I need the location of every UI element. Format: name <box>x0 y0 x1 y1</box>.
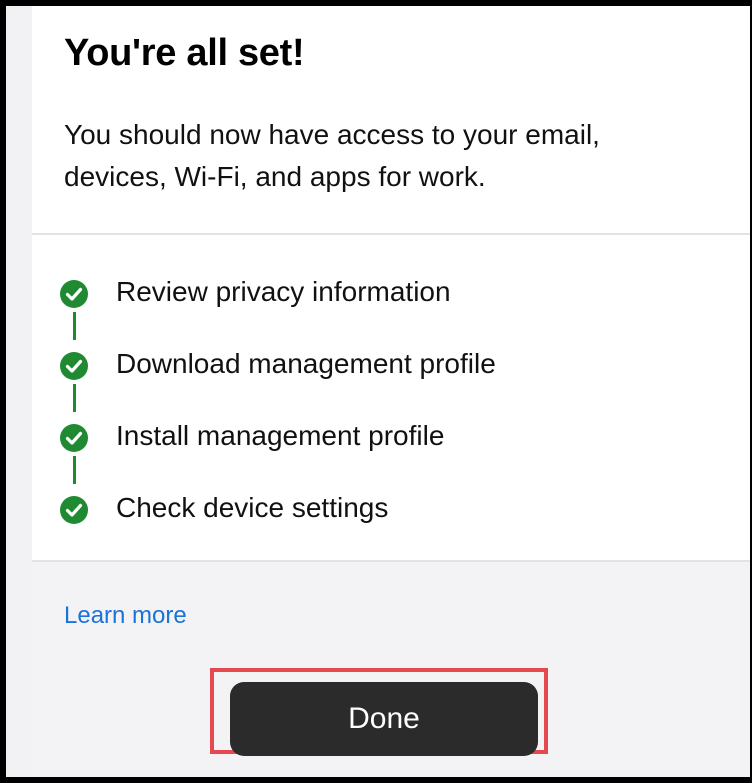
page-subtitle: You should now have access to your email… <box>64 119 600 192</box>
done-button[interactable]: Done <box>230 682 538 756</box>
check-circle-icon <box>60 496 88 524</box>
divider-top <box>32 233 750 235</box>
step-label-review-privacy: Review privacy information <box>116 276 451 307</box>
check-circle-icon <box>60 424 88 452</box>
footer: Learn more Done <box>32 562 750 777</box>
check-circle-icon <box>60 352 88 380</box>
step-item: Download management profile <box>32 336 750 412</box>
step-label-download-profile: Download management profile <box>116 348 496 379</box>
step-item: Check device settings <box>32 480 750 552</box>
learn-more-link[interactable]: Learn more <box>64 602 187 630</box>
step-label-install-profile: Install management profile <box>116 420 445 451</box>
step-item: Review privacy information <box>32 264 750 340</box>
app-window: You're all set! You should now have acce… <box>0 0 752 783</box>
steps-list: Review privacy information Download mana… <box>32 264 750 552</box>
page-title: You're all set! <box>64 32 305 74</box>
step-item: Install management profile <box>32 408 750 484</box>
check-circle-icon <box>60 280 88 308</box>
background-strip <box>6 6 32 777</box>
setup-complete-panel: You're all set! You should now have acce… <box>32 6 750 777</box>
step-label-check-settings: Check device settings <box>116 492 389 523</box>
